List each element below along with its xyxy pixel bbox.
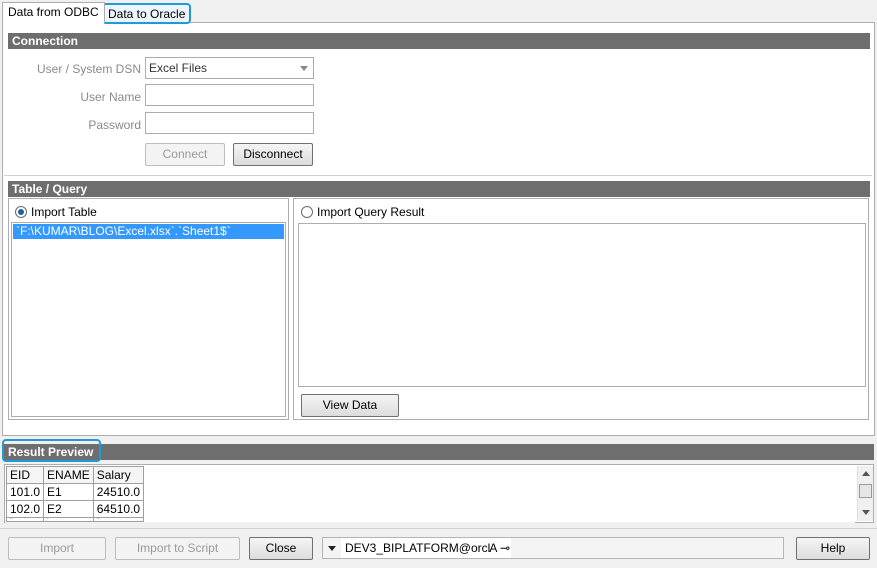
column-header[interactable]: EID — [5, 466, 45, 484]
view-data-button[interactable]: View Data — [301, 394, 399, 417]
user-name-label: User Name — [80, 90, 141, 104]
dsn-value: Excel Files — [149, 61, 208, 75]
import-query-radio[interactable] — [301, 206, 313, 218]
scroll-thumb[interactable] — [859, 484, 872, 498]
table-row[interactable]: 103.0 E3 2410.0 — [5, 517, 145, 522]
connection-value-box: DEV3_BIPLATFORM@orcl A ⊸ — [341, 538, 511, 558]
dsn-label: User / System DSN — [36, 62, 141, 76]
cell: 101.0 — [5, 483, 45, 501]
scroll-down-icon[interactable] — [862, 510, 870, 515]
disconnect-button[interactable]: Disconnect — [233, 143, 313, 166]
table-row[interactable]: 102.0 E2 64510.0 — [5, 500, 145, 518]
import-to-script-button[interactable]: Import to Script — [115, 537, 240, 560]
table-list-item[interactable]: `F:\KUMAR\BLOG\Excel.xlsx`.`Sheet1$` — [13, 224, 284, 239]
cell: 103.0 — [5, 517, 45, 522]
import-table-radio[interactable] — [15, 206, 27, 218]
result-grid: EID ENAME Salary 101.0 E1 24510.0 102.0 … — [5, 466, 145, 522]
plug-icon: A ⊸ — [486, 541, 511, 555]
divider — [4, 175, 872, 176]
footer-divider — [0, 528, 877, 529]
cell: E2 — [43, 500, 94, 518]
close-button[interactable]: Close — [249, 537, 313, 560]
import-table-label: Import Table — [31, 205, 97, 219]
password-field[interactable] — [145, 112, 314, 134]
cell: 24510.0 — [92, 483, 145, 501]
connection-header: Connection — [8, 33, 870, 49]
import-button[interactable]: Import — [8, 537, 106, 560]
table-row[interactable]: 101.0 E1 24510.0 — [5, 483, 145, 501]
cell: E1 — [43, 483, 94, 501]
chevron-down-icon — [300, 66, 308, 71]
table-query-header: Table / Query — [8, 181, 870, 197]
query-textarea[interactable] — [298, 223, 866, 387]
tab-data-from-odbc[interactable]: Data from ODBC — [2, 2, 105, 23]
highlight-outline — [2, 439, 101, 462]
dsn-select[interactable]: Excel Files — [145, 57, 314, 79]
connection-combo[interactable]: DEV3_BIPLATFORM@orcl A ⊸ — [322, 537, 784, 559]
cell: E3 — [43, 517, 94, 522]
table-list[interactable]: `F:\KUMAR\BLOG\Excel.xlsx`.`Sheet1$` — [11, 222, 286, 417]
vertical-scrollbar[interactable] — [857, 466, 873, 521]
cell: 64510.0 — [92, 500, 145, 518]
cell: 2410.0 — [92, 517, 145, 522]
password-label: Password — [88, 118, 141, 132]
column-header[interactable]: Salary — [92, 466, 145, 484]
result-preview-header: Result Preview — [4, 444, 874, 460]
user-name-field[interactable] — [145, 84, 314, 106]
scroll-up-icon[interactable] — [862, 471, 870, 476]
cell: 102.0 — [5, 500, 45, 518]
connection-value: DEV3_BIPLATFORM@orcl — [345, 541, 491, 555]
import-query-label: Import Query Result — [317, 205, 425, 219]
help-button[interactable]: Help — [796, 537, 870, 560]
connect-button[interactable]: Connect — [145, 143, 225, 166]
tab-data-to-oracle[interactable]: Data to Oracle — [102, 3, 192, 24]
chevron-down-icon — [328, 546, 336, 551]
column-header[interactable]: ENAME — [43, 466, 94, 484]
